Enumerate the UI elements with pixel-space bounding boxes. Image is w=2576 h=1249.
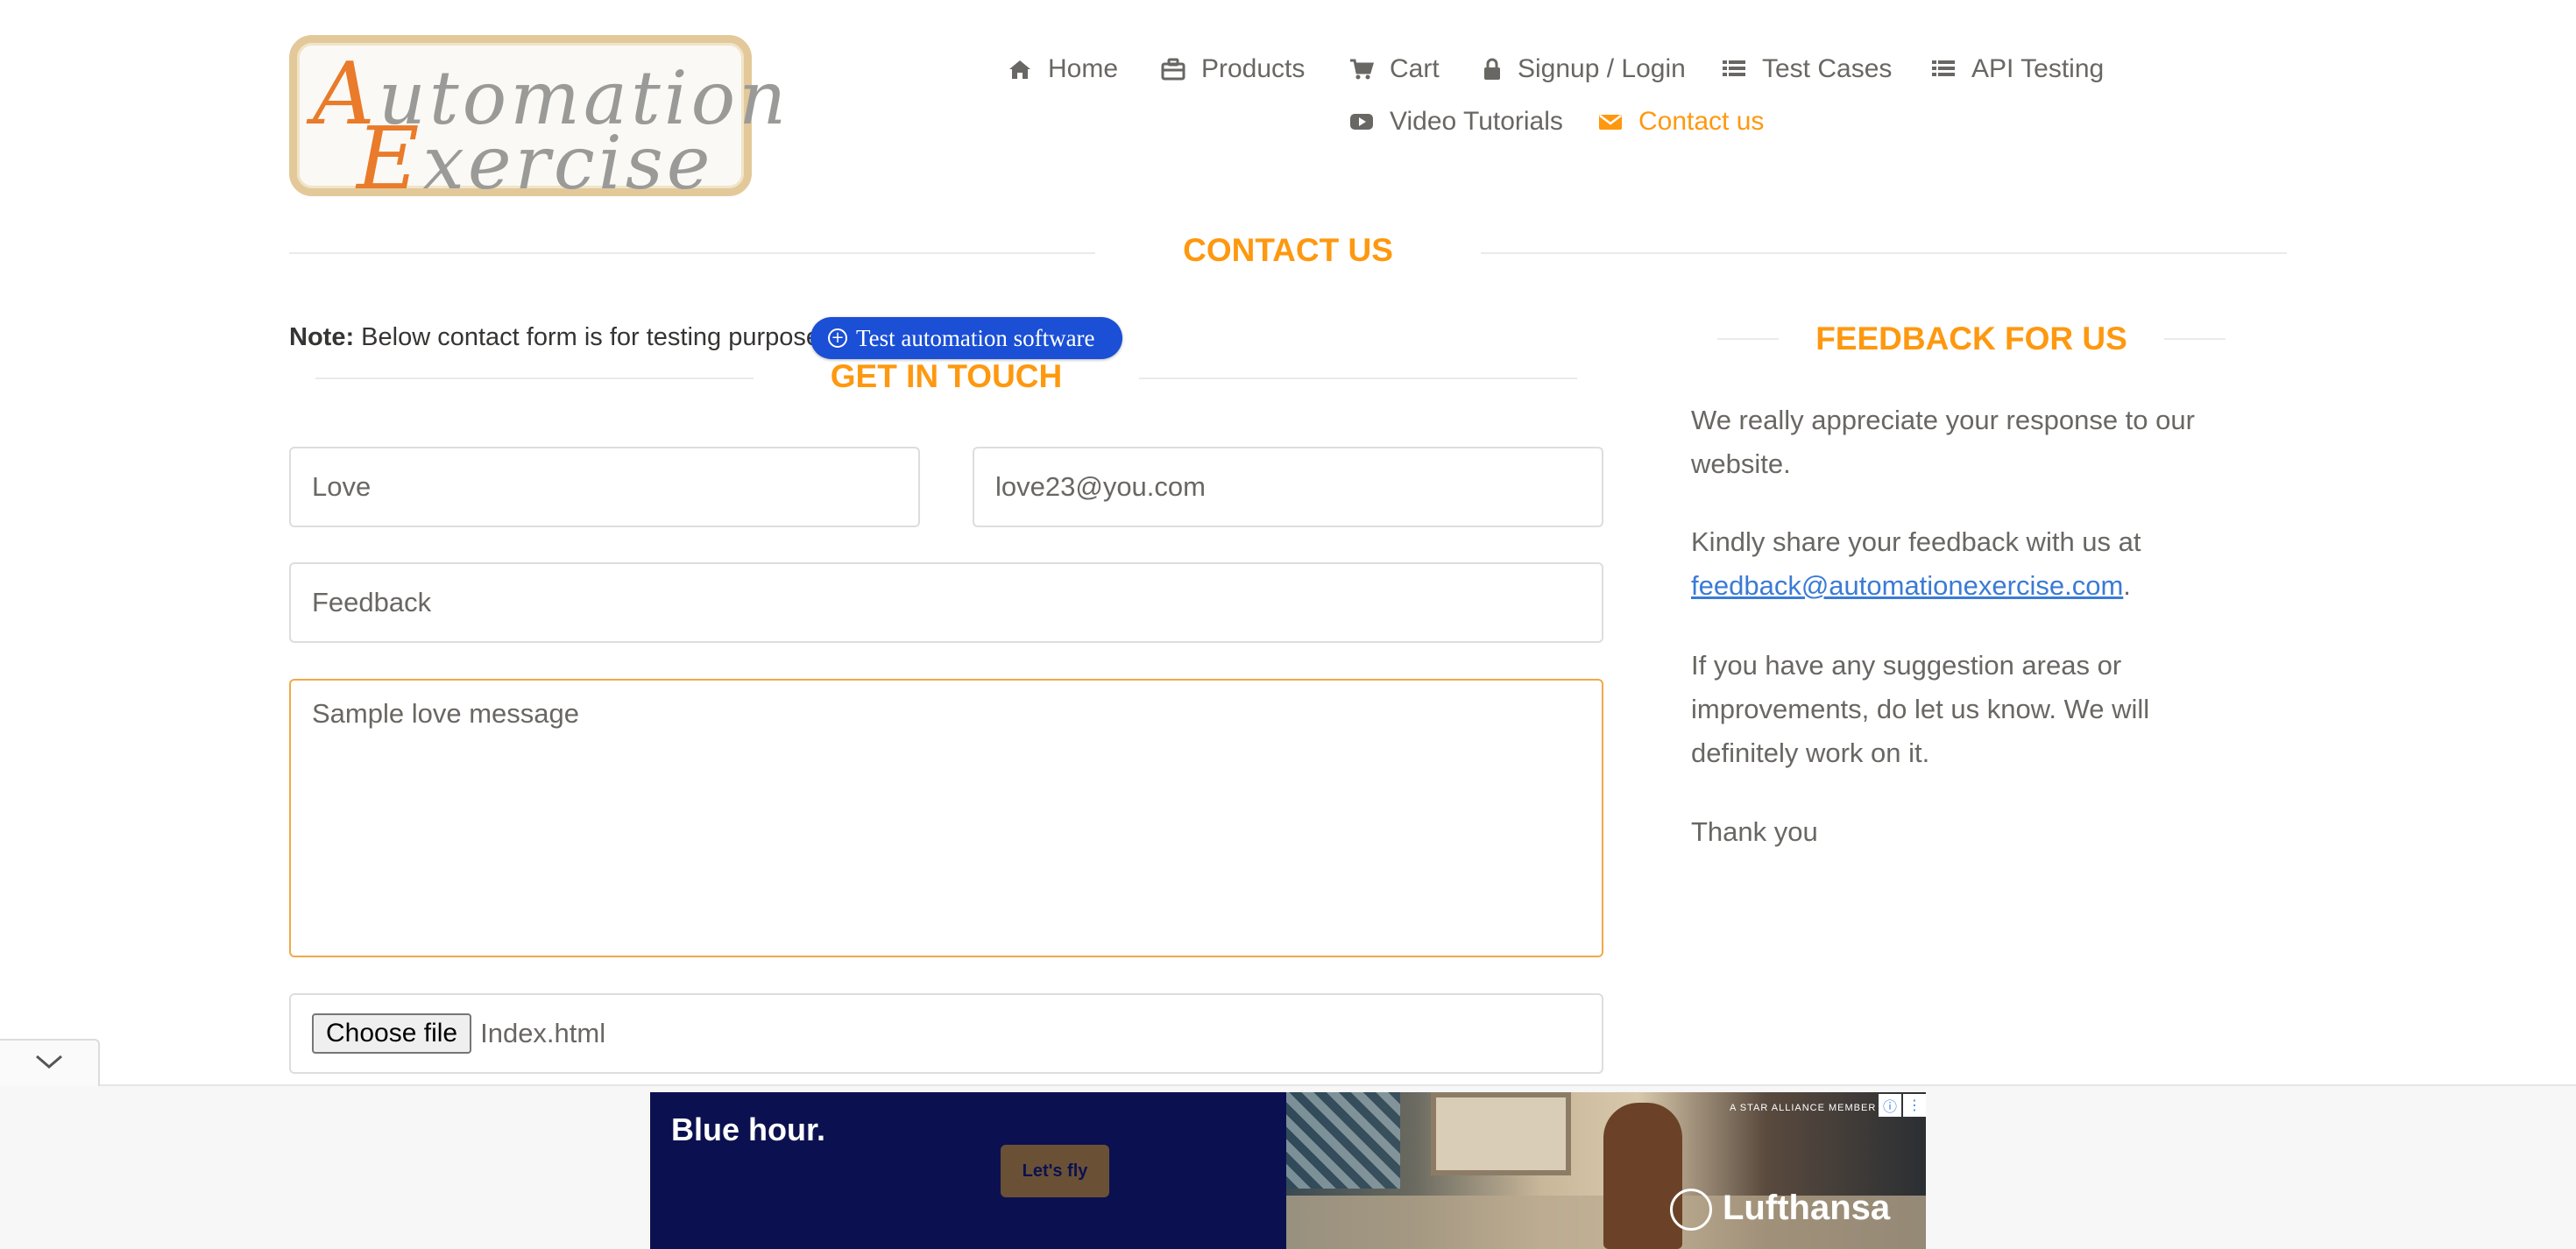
feedback-divider-left xyxy=(1717,338,1779,340)
ad-banner[interactable]: Blue hour. Let's fly A STAR ALLIANCE MEM… xyxy=(650,1092,1926,1249)
form-note: Note: Below contact form is for testing … xyxy=(289,323,828,351)
list-icon xyxy=(1722,57,1746,81)
cart-icon xyxy=(1349,57,1374,81)
ad-brand: Lufthansa xyxy=(1723,1189,1891,1227)
nav-signup-login[interactable]: Signup / Login xyxy=(1483,54,1686,84)
envelope-icon xyxy=(1598,109,1623,134)
subject-field[interactable]: Feedback xyxy=(289,562,1603,643)
ad-menu-icon[interactable]: ⋮ xyxy=(1903,1094,1926,1117)
home-icon xyxy=(1008,57,1032,81)
ad-person xyxy=(1603,1103,1682,1249)
page-title: CONTACT US xyxy=(1183,232,1393,268)
ad-collapse-button[interactable] xyxy=(0,1039,100,1086)
file-upload-field: Choose file Index.html xyxy=(289,993,1603,1074)
touch-divider-right xyxy=(1139,378,1577,379)
chevron-down-icon xyxy=(34,1053,64,1075)
ad-info-icon[interactable]: ⓘ xyxy=(1879,1094,1901,1117)
nav-api-testing[interactable]: API Testing xyxy=(1931,54,2104,84)
title-divider-left xyxy=(289,252,1095,254)
nav-cart[interactable]: Cart xyxy=(1349,54,1440,84)
ad-cta-button[interactable]: Let's fly xyxy=(1001,1145,1109,1197)
feedback-divider-right xyxy=(2164,338,2226,340)
name-field[interactable]: Love xyxy=(289,447,920,527)
feedback-email-link[interactable]: feedback@automationexercise.com xyxy=(1691,570,2123,601)
feedback-paragraph-2: Kindly share your feedback with us at fe… xyxy=(1691,526,2141,601)
youtube-icon xyxy=(1349,109,1374,134)
lufthansa-crane-icon xyxy=(1670,1189,1712,1231)
feedback-thank-you: Thank you xyxy=(1691,816,1818,847)
get-in-touch-title: GET IN TOUCH xyxy=(830,358,1063,394)
nav-products[interactable]: Products xyxy=(1161,54,1305,84)
title-divider-right xyxy=(1481,252,2287,254)
nav-contact-us[interactable]: Contact us xyxy=(1598,107,1764,137)
site-logo[interactable]: Automation Exercise xyxy=(289,35,786,202)
ad-headline: Blue hour. xyxy=(671,1111,826,1147)
logo-line-2: Exercise xyxy=(357,109,714,209)
nav-video-tutorials[interactable]: Video Tutorials xyxy=(1349,107,1563,137)
nav-test-cases[interactable]: Test Cases xyxy=(1722,54,1892,84)
feedback-paragraph-3: If you have any suggestion areas or impr… xyxy=(1691,650,2150,768)
message-textarea[interactable]: Sample love message xyxy=(289,679,1603,957)
nav-home[interactable]: Home xyxy=(1008,54,1118,84)
feedback-title: FEEDBACK FOR US xyxy=(1815,321,2127,356)
plus-circle-icon: + xyxy=(828,328,847,348)
ad-left-panel: Blue hour. Let's fly xyxy=(650,1092,1286,1249)
feedback-paragraph-1: We really appreciate your response to ou… xyxy=(1691,405,2195,479)
briefcase-icon xyxy=(1161,57,1185,81)
ad-alliance: A STAR ALLIANCE MEMBER xyxy=(1730,1103,1877,1113)
touch-divider-left xyxy=(315,378,754,379)
ad-tiles xyxy=(1286,1092,1400,1189)
email-field[interactable]: love23@you.com xyxy=(973,447,1603,527)
ad-window xyxy=(1431,1092,1571,1175)
choose-file-button[interactable]: Choose file xyxy=(312,1013,472,1054)
promo-pill-button[interactable]: + Test automation software xyxy=(810,317,1122,359)
list-icon xyxy=(1931,57,1956,81)
ad-image: A STAR ALLIANCE MEMBER Lufthansa ⓘ ⋮ xyxy=(1286,1092,1926,1249)
lock-icon xyxy=(1483,57,1502,81)
file-name: Index.html xyxy=(480,1018,606,1048)
